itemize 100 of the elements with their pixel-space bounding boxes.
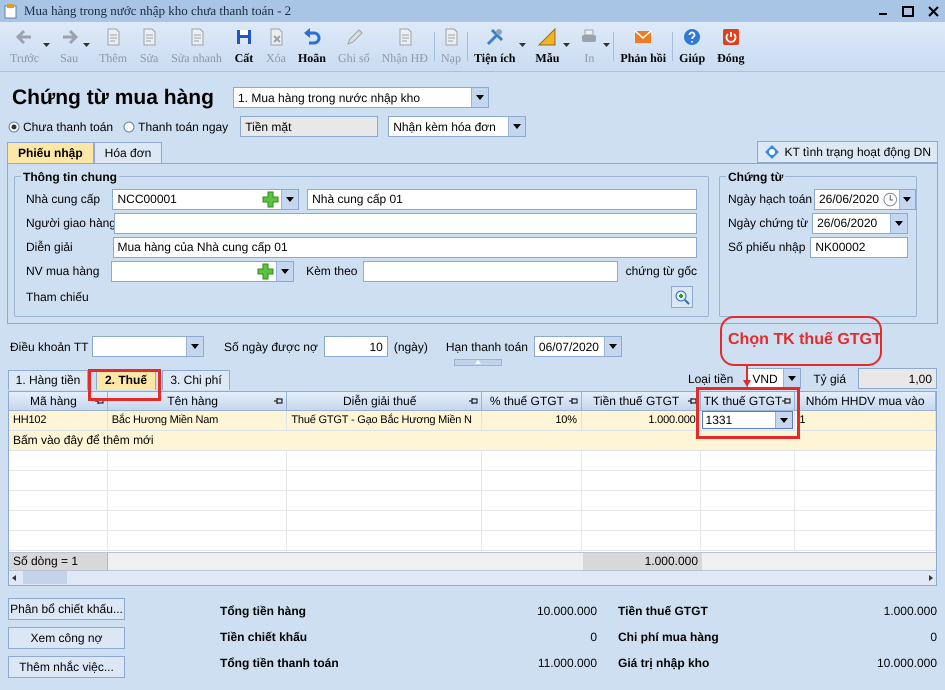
cell-dropdown[interactable]: 1331 xyxy=(702,411,794,429)
column-header[interactable]: % thuế GTGT xyxy=(482,392,582,410)
action-button[interactable]: Thêm nhắc việc... xyxy=(8,656,125,678)
toolbar-button[interactable]: Tiện ích xyxy=(468,22,530,71)
tab[interactable]: 1. Hàng tiền xyxy=(8,370,88,390)
voucher-type-select[interactable]: 1. Mua hàng trong nước nhập kho xyxy=(233,87,489,108)
total-label: Giá trị nhập kho xyxy=(618,654,710,672)
maximize-icon[interactable] xyxy=(902,6,914,16)
total-label: Tổng tiền hàng xyxy=(220,602,307,620)
page-title: Chứng từ mua hàng xyxy=(12,85,215,111)
table-cell: Bắc Hương Miền Nam xyxy=(108,410,288,430)
input-field[interactable]: 26/06/2020 xyxy=(812,212,908,234)
collapse-handle[interactable] xyxy=(454,358,502,366)
caret-icon xyxy=(43,43,50,47)
input-field[interactable]: Tiền mặt xyxy=(240,116,378,137)
dropdown-button[interactable] xyxy=(604,337,621,356)
total-label: Tổng tiền thanh toán xyxy=(220,654,340,672)
field-label: (ngày) xyxy=(394,338,428,356)
add-reference-button[interactable] xyxy=(671,286,693,308)
caret-icon xyxy=(519,43,526,47)
toolbar-button[interactable]: Hoãn xyxy=(292,22,332,71)
dropdown-button[interactable] xyxy=(471,88,488,108)
dropdown-button[interactable] xyxy=(783,369,800,388)
caret-icon xyxy=(286,196,294,202)
caret-icon xyxy=(895,220,903,226)
check-status-button[interactable]: KT tình trạng hoạt động DN xyxy=(757,140,938,162)
column-header[interactable]: TK thuế GTGT xyxy=(700,392,796,410)
field-label: Số phiếu nhập xyxy=(728,239,806,256)
action-button[interactable]: Xem công nợ xyxy=(8,626,125,648)
invoice-option-select[interactable]: Nhận kèm hóa đơn xyxy=(388,116,526,137)
field-label: NV mua hàng xyxy=(26,263,100,280)
caret-icon xyxy=(476,95,484,100)
dropdown-button[interactable] xyxy=(898,190,915,208)
add-row-hint[interactable]: Bấm vào đây để thêm mới xyxy=(9,430,158,450)
tab[interactable]: 3. Chi phí xyxy=(162,370,230,390)
table-cell: Thuế GTGT - Gạo Bắc Hương Miền N xyxy=(287,410,482,430)
plus-icon[interactable] xyxy=(257,262,274,280)
radio-option[interactable]: Chưa thanh toán xyxy=(8,118,114,136)
caret-icon xyxy=(788,376,796,381)
total-label: Tiền chiết khấu xyxy=(220,628,308,646)
column-header[interactable]: Diễn giải thuế xyxy=(287,392,482,410)
pin-icon xyxy=(688,396,697,404)
grid-row[interactable]: HH102 Bắc Hương Miền Nam Thuế GTGT - Gạo Bắc Hương Miền N 10% 1.000.000 1331 1 xyxy=(9,410,936,430)
dropdown-button[interactable] xyxy=(186,337,203,356)
input-field[interactable] xyxy=(114,212,697,234)
column-header[interactable]: Mã hàng xyxy=(9,392,108,410)
caret-icon xyxy=(281,268,290,274)
dropdown-button[interactable] xyxy=(890,214,907,232)
input-field[interactable] xyxy=(92,336,204,357)
toolbar-button[interactable]: Giúp xyxy=(673,22,712,71)
diamond-icon xyxy=(764,144,780,160)
input-field[interactable]: 10 xyxy=(324,336,388,357)
field-label: Kèm theo xyxy=(306,263,358,280)
callout-arrow xyxy=(743,366,751,387)
caret-icon xyxy=(513,124,522,129)
pin-icon xyxy=(782,396,792,404)
total-value: 1.000.000 xyxy=(882,602,937,620)
window-title: Mua hàng trong nước nhập kho chưa thanh toán - 2 xyxy=(24,2,292,20)
tab[interactable]: Hóa đơn xyxy=(94,142,162,162)
column-header[interactable]: Tiền thuế GTGT xyxy=(582,392,701,410)
input-field[interactable]: NK00002 xyxy=(810,236,908,258)
scroll-thumb[interactable] xyxy=(23,571,67,584)
caret-icon xyxy=(608,344,617,349)
total-value: 10.000.000 xyxy=(876,654,937,672)
total-value: 10.000.000 xyxy=(536,602,597,620)
dropdown-button[interactable] xyxy=(276,262,294,280)
input-field[interactable]: 1,00 xyxy=(858,368,937,389)
clock-icon[interactable] xyxy=(883,192,898,206)
toolbar-button[interactable]: Đóng xyxy=(711,22,750,71)
action-button[interactable]: Phân bổ chiết khấu... xyxy=(8,598,125,620)
close-icon[interactable] xyxy=(928,6,939,16)
column-header[interactable]: Nhóm HHDV mua vào xyxy=(795,392,936,410)
radio-option[interactable]: Thanh toán ngay xyxy=(123,118,228,136)
dropdown-button[interactable] xyxy=(775,412,792,428)
table-cell: 1.000.000 xyxy=(582,410,701,430)
column-header[interactable]: Tên hàng xyxy=(108,392,288,410)
input-field[interactable] xyxy=(110,260,294,282)
help-icon xyxy=(682,26,702,46)
toolbar-button[interactable]: Cất xyxy=(228,22,260,71)
dropdown-button[interactable] xyxy=(281,190,298,208)
pin-icon xyxy=(568,396,578,404)
caret-icon xyxy=(83,43,90,47)
horizontal-scrollbar[interactable] xyxy=(9,570,936,584)
pin-icon xyxy=(274,396,284,404)
caret-icon xyxy=(780,418,788,422)
dropdown-button[interactable] xyxy=(508,117,526,136)
caret-up-icon xyxy=(474,360,480,364)
field-label: Ngày hạch toán xyxy=(728,191,810,208)
input-field[interactable]: 06/07/2020 xyxy=(534,336,622,357)
input-field[interactable]: Nhà cung cấp 01 xyxy=(307,188,697,210)
field-label: chứng từ gốc xyxy=(626,263,697,280)
tab[interactable]: Phiếu nhập xyxy=(7,142,94,162)
input-field[interactable]: NCC00001 xyxy=(112,188,300,210)
toolbar-button[interactable]: Phản hồi xyxy=(614,22,672,71)
input-field[interactable]: 26/06/2020 xyxy=(814,188,916,210)
plus-icon[interactable] xyxy=(262,190,280,208)
input-field[interactable]: Mua hàng của Nhà cung cấp 01 xyxy=(112,236,697,258)
table-cell: 10% xyxy=(482,410,582,430)
input-field[interactable] xyxy=(363,260,618,282)
toolbar-button[interactable]: Mẫu xyxy=(529,22,574,71)
